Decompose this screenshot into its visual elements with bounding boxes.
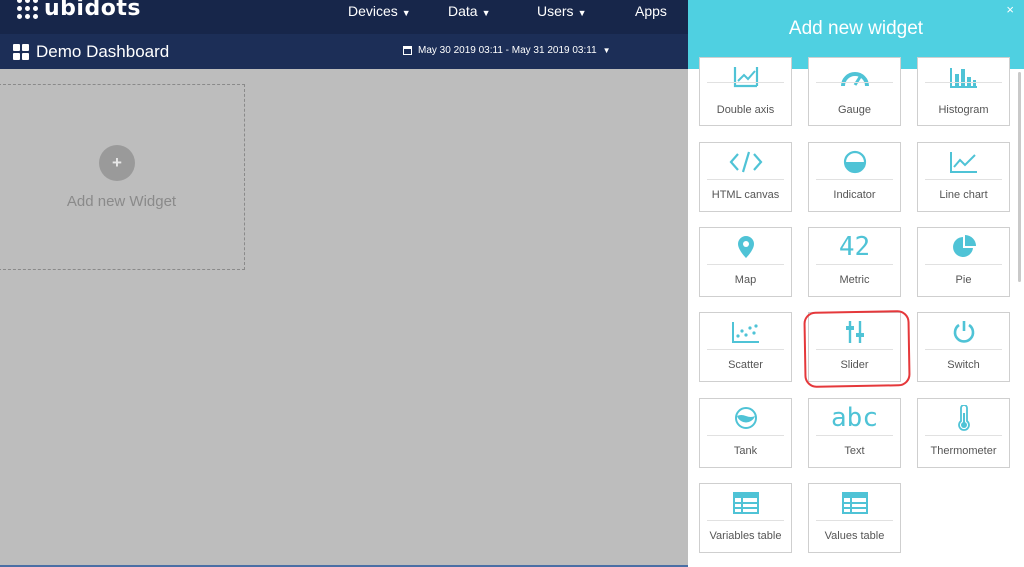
widget-label: Gauge bbox=[837, 104, 872, 116]
widget-tile-double-axis[interactable]: Double axis bbox=[699, 57, 792, 126]
map-pin-icon bbox=[700, 234, 791, 260]
nav-apps-label: Apps bbox=[635, 3, 667, 19]
date-range-picker[interactable]: May 30 2019 03:11 - May 31 2019 03:11 ▼ bbox=[403, 45, 611, 56]
widget-label: Text bbox=[844, 445, 865, 457]
nav-data-label: Data bbox=[448, 3, 478, 19]
widget-tile-slider[interactable]: Slider bbox=[808, 312, 901, 382]
widget-tile-switch[interactable]: Switch bbox=[917, 312, 1010, 382]
dashboard-grid-icon bbox=[13, 44, 29, 60]
widget-label: Double axis bbox=[716, 104, 775, 116]
widget-label: Tank bbox=[733, 445, 758, 457]
slider-icon bbox=[809, 319, 900, 345]
power-icon bbox=[918, 319, 1009, 345]
widget-label: Variables table bbox=[709, 530, 782, 542]
widget-label: Pie bbox=[955, 274, 972, 286]
widget-label: Slider bbox=[840, 359, 869, 371]
ubidots-logo[interactable]: ubidots bbox=[17, 0, 141, 21]
nav-devices[interactable]: Devices ▼ bbox=[348, 0, 411, 22]
tank-icon bbox=[700, 405, 791, 431]
widget-label: Map bbox=[734, 274, 757, 286]
widget-label: Metric bbox=[839, 274, 870, 286]
indicator-icon bbox=[809, 149, 900, 175]
widget-tile-indicator[interactable]: Indicator bbox=[808, 142, 901, 212]
metric-icon: 42 bbox=[809, 234, 900, 260]
metric-icon-text: 42 bbox=[838, 232, 871, 262]
widget-tile-histogram[interactable]: Histogram bbox=[917, 57, 1010, 126]
widget-tile-html-canvas[interactable]: HTML canvas bbox=[699, 142, 792, 212]
thermometer-icon bbox=[918, 405, 1009, 431]
logo-text: ubidots bbox=[44, 0, 141, 21]
text-icon: abc bbox=[809, 405, 900, 431]
table-icon bbox=[809, 490, 900, 516]
code-icon bbox=[700, 149, 791, 175]
widget-tile-map[interactable]: Map bbox=[699, 227, 792, 297]
nav-data[interactable]: Data ▼ bbox=[448, 0, 491, 22]
widget-label: Thermometer bbox=[930, 445, 997, 457]
table-icon bbox=[700, 490, 791, 516]
date-range-text: May 30 2019 03:11 - May 31 2019 03:11 bbox=[418, 45, 597, 56]
caret-down-icon: ▼ bbox=[602, 46, 611, 55]
widget-label: Indicator bbox=[833, 189, 876, 201]
nav-apps[interactable]: Apps bbox=[635, 0, 667, 22]
widget-tile-text[interactable]: abc Text bbox=[808, 398, 901, 468]
dashboard-title[interactable]: Demo Dashboard bbox=[13, 42, 169, 62]
widget-tile-thermometer[interactable]: Thermometer bbox=[917, 398, 1010, 468]
add-widget-placeholder[interactable]: + Add new Widget bbox=[0, 84, 245, 270]
line-chart-icon bbox=[918, 149, 1009, 175]
gauge-icon bbox=[809, 64, 900, 90]
add-widget-label: Add new Widget bbox=[66, 193, 177, 210]
caret-down-icon: ▼ bbox=[577, 8, 587, 18]
widget-label: HTML canvas bbox=[711, 189, 780, 201]
caret-down-icon: ▼ bbox=[401, 8, 411, 18]
widget-label: Scatter bbox=[728, 359, 763, 371]
close-icon[interactable]: × bbox=[1006, 2, 1014, 17]
text-icon-text: abc bbox=[831, 403, 878, 433]
double-axis-icon bbox=[700, 64, 791, 90]
widget-label: Histogram bbox=[938, 104, 989, 116]
scatter-icon bbox=[700, 319, 791, 345]
widget-tile-values-table[interactable]: Values table bbox=[808, 483, 901, 553]
widget-tile-scatter[interactable]: Scatter bbox=[699, 312, 792, 382]
widget-tile-pie[interactable]: Pie bbox=[917, 227, 1010, 297]
logo-dots-icon bbox=[17, 0, 38, 19]
dashboard-title-text: Demo Dashboard bbox=[36, 42, 170, 61]
widget-tile-metric[interactable]: 42 Metric bbox=[808, 227, 901, 297]
histogram-icon bbox=[918, 64, 1009, 90]
nav-users-label: Users bbox=[537, 3, 574, 19]
panel-title: Add new widget bbox=[788, 18, 924, 39]
nav-users[interactable]: Users ▼ bbox=[537, 0, 586, 22]
pie-icon bbox=[918, 234, 1009, 260]
widget-tile-line-chart[interactable]: Line chart bbox=[917, 142, 1010, 212]
widget-label: Switch bbox=[947, 359, 980, 371]
widget-tile-variables-table[interactable]: Variables table bbox=[699, 483, 792, 553]
add-widget-panel: Add new widget × Double axis Gauge Histo… bbox=[688, 0, 1024, 567]
widget-tile-gauge[interactable]: Gauge bbox=[808, 57, 901, 126]
add-widget-plus-icon[interactable]: + bbox=[99, 145, 135, 181]
calendar-icon bbox=[403, 46, 412, 55]
nav-devices-label: Devices bbox=[348, 3, 398, 19]
widget-label: Line chart bbox=[939, 189, 988, 201]
widget-label: Values table bbox=[824, 530, 885, 542]
caret-down-icon: ▼ bbox=[481, 8, 491, 18]
widget-tile-tank[interactable]: Tank bbox=[699, 398, 792, 468]
panel-scrollbar-thumb[interactable] bbox=[1018, 72, 1021, 282]
